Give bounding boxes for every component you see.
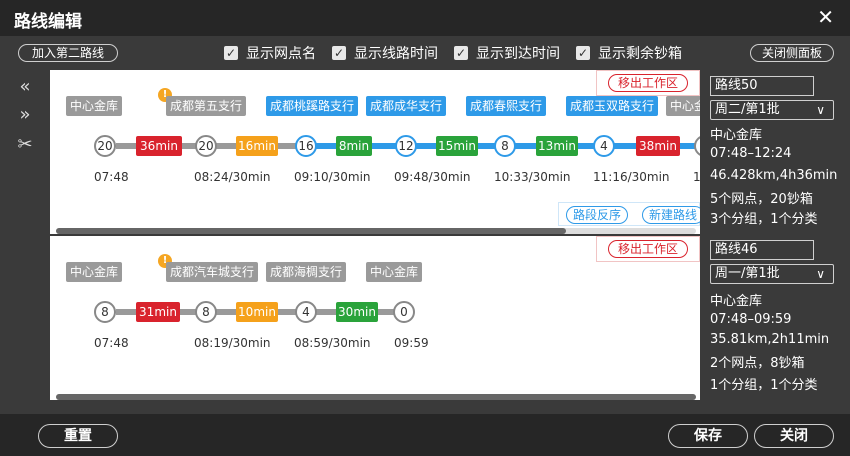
stop-label[interactable]: 成都桃蹊路支行 — [266, 96, 359, 116]
schedule-select[interactable]: 周二/第1批 ∨ — [710, 100, 834, 120]
stop-label[interactable]: 中心金库 — [366, 262, 423, 282]
route-stats: 2个网点，8钞箱 — [710, 356, 805, 371]
schedule-select[interactable]: 周一/第1批 ∨ — [710, 264, 834, 284]
checkbox-check-icon: ✓ — [454, 46, 468, 60]
route-segment[interactable]: 38min — [636, 136, 680, 156]
stop-node[interactable]: 8 — [94, 301, 116, 323]
schedule-value: 周一/第1批 — [715, 266, 780, 281]
move-out-workspace-button[interactable]: 移出工作区 — [608, 240, 688, 258]
route-groups: 3个分组，1个分类 — [710, 212, 818, 227]
arrival-time: 08:59/30min — [294, 336, 371, 350]
stop-label[interactable]: 中心金库 — [66, 262, 123, 282]
route-distance: 46.428km,4h36min — [710, 168, 838, 183]
route-segment[interactable]: 31min — [136, 302, 180, 322]
scissors-icon[interactable]: ✂ — [14, 134, 36, 156]
dialog-title: 路线编辑 — [14, 12, 82, 32]
stop-label[interactable]: 中心金库 — [66, 96, 123, 116]
route-distance: 35.81km,2h11min — [710, 332, 830, 347]
route-panel-2: 移出工作区 中心金库 ! 成都汽车城支行 成都海椆支行 中心金库 8 31min… — [50, 236, 700, 400]
arrival-time: 09:59 — [394, 336, 429, 350]
stop-node[interactable]: 20 — [94, 135, 116, 157]
arrival-time: 10:33/30min — [494, 170, 571, 184]
stop-node[interactable]: 20 — [195, 135, 217, 157]
stop-label[interactable]: 成都第五支行 — [166, 96, 247, 116]
checkbox-show-remaining-boxes[interactable]: ✓ 显示剩余钞箱 — [576, 44, 682, 62]
route-segment[interactable]: 15min — [436, 136, 478, 156]
checkbox-label: 显示剩余钞箱 — [598, 46, 682, 62]
stop-node[interactable]: 8 — [195, 301, 217, 323]
checkbox-check-icon: ✓ — [332, 46, 346, 60]
route-segment[interactable]: 36min — [136, 136, 182, 156]
stop-node[interactable]: 16 — [295, 135, 317, 157]
stop-label[interactable]: 成都成华支行 — [366, 96, 447, 116]
route-segment[interactable]: 8min — [336, 136, 372, 156]
stop-node[interactable]: 8 — [494, 135, 516, 157]
stop-node[interactable]: 4 — [295, 301, 317, 323]
stop-label[interactable]: 中心金 — [666, 96, 700, 116]
arrival-time: 1 — [693, 170, 700, 184]
stop-label[interactable]: 成都玉双路支行 — [566, 96, 659, 116]
route-segment[interactable]: 10min — [236, 302, 278, 322]
move-out-workspace-button[interactable]: 移出工作区 — [608, 74, 688, 92]
checkbox-show-arrival-time[interactable]: ✓ 显示到达时间 — [454, 44, 560, 62]
route-name-field[interactable]: 路线50 — [710, 76, 814, 96]
close-side-panel-button[interactable]: 关闭侧面板 — [750, 44, 834, 62]
new-route-button[interactable]: 新建路线 — [642, 206, 700, 224]
save-button[interactable]: 保存 — [668, 424, 748, 448]
close-button[interactable]: 关闭 — [754, 424, 834, 448]
chevron-down-icon: ∨ — [816, 267, 825, 281]
scrollbar-thumb[interactable] — [56, 394, 696, 400]
close-icon[interactable]: ✕ — [817, 5, 834, 29]
route-segment[interactable]: 13min — [536, 136, 578, 156]
checkbox-check-icon: ✓ — [576, 46, 590, 60]
add-second-route-button[interactable]: 加入第二路线 — [18, 44, 118, 62]
route-panel-1: 移出工作区 中心金库 ! 成都第五支行 成都桃蹊路支行 成都成华支行 成都春熙支… — [50, 70, 700, 234]
reverse-segment-button[interactable]: 路段反序 — [566, 206, 628, 224]
stop-label[interactable]: 成都海椆支行 — [266, 262, 347, 282]
route-edit-dialog: 路线编辑 ✕ 加入第二路线 ✓ 显示网点名 ✓ 显示线路时间 ✓ 显示到达时间 … — [0, 0, 850, 456]
arrival-time: 09:48/30min — [394, 170, 471, 184]
stop-node[interactable]: 0 — [393, 301, 415, 323]
route-name-field[interactable]: 路线46 — [710, 240, 814, 260]
stop-label[interactable]: 成都汽车城支行 — [166, 262, 259, 282]
route-time-window: 07:48–09:59 — [710, 312, 792, 327]
route-depot: 中心金库 — [710, 294, 763, 309]
checkbox-label: 显示网点名 — [246, 46, 316, 62]
checkbox-label: 显示线路时间 — [354, 46, 438, 62]
checkbox-show-stop-name[interactable]: ✓ 显示网点名 — [224, 44, 316, 62]
stop-node[interactable]: 12 — [395, 135, 417, 157]
double-chevron-right-icon[interactable]: » — [14, 104, 36, 126]
arrival-time: 08:19/30min — [194, 336, 271, 350]
route-depot: 中心金库 — [710, 128, 763, 143]
reset-button[interactable]: 重置 — [38, 424, 118, 448]
route-segment[interactable]: 16min — [236, 136, 278, 156]
arrival-time: 07:48 — [94, 336, 129, 350]
arrival-time: 09:10/30min — [294, 170, 371, 184]
route-time-window: 07:48–12:24 — [710, 146, 792, 161]
checkbox-show-route-time[interactable]: ✓ 显示线路时间 — [332, 44, 438, 62]
route-stats: 5个网点，20钞箱 — [710, 192, 813, 207]
route-segment[interactable]: 30min — [336, 302, 378, 322]
arrival-time: 11:16/30min — [593, 170, 670, 184]
checkbox-check-icon: ✓ — [224, 46, 238, 60]
title-bar: 路线编辑 ✕ — [0, 0, 850, 36]
checkbox-label: 显示到达时间 — [476, 46, 560, 62]
schedule-value: 周二/第1批 — [715, 102, 780, 117]
stop-node[interactable]: 4 — [593, 135, 615, 157]
route-groups: 1个分组，1个分类 — [710, 378, 818, 393]
arrival-time: 07:48 — [94, 170, 129, 184]
scrollbar-thumb[interactable] — [56, 228, 566, 234]
arrival-time: 08:24/30min — [194, 170, 271, 184]
chevron-down-icon: ∨ — [816, 103, 825, 117]
stop-label[interactable]: 成都春熙支行 — [466, 96, 547, 116]
stop-node[interactable] — [694, 135, 700, 157]
double-chevron-left-icon[interactable]: « — [14, 76, 36, 98]
